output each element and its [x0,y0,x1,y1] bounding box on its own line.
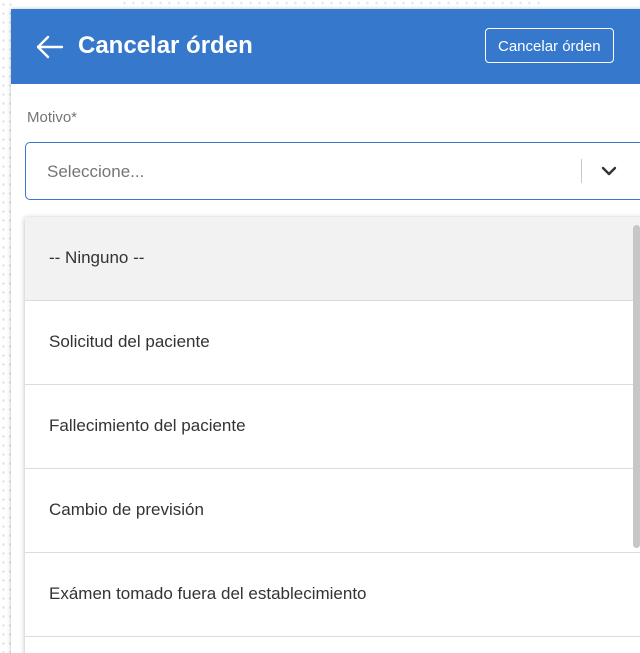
reason-select[interactable]: Seleccione... [25,142,640,200]
reason-select-placeholder: Seleccione... [47,162,145,181]
select-separator [581,159,582,183]
option-label: Cambio de previsión [49,500,204,519]
option-label: Fallecimiento del paciente [49,416,246,435]
reason-label: Motivo* [27,109,78,126]
option-examen-fuera[interactable]: Exámen tomado fuera del establecimiento [25,553,640,637]
option-ninguno[interactable]: -- Ninguno -- [25,217,640,301]
screen: Cancelar órden Cancelar órden Motivo* Se… [0,0,640,653]
background-pattern-top [120,0,540,8]
option-label: -- Ninguno -- [49,248,145,267]
page-title: Cancelar órden [78,32,253,59]
option-solicitud-paciente[interactable]: Solicitud del paciente [25,301,640,385]
cancel-order-button[interactable]: Cancelar órden [485,28,614,63]
chevron-down-icon[interactable] [600,163,618,179]
dropdown-scrollbar[interactable] [633,225,640,548]
option-label: Solicitud del paciente [49,332,210,351]
panel-header: Cancelar órden Cancelar órden [11,9,640,84]
option-label: Exámen tomado fuera del establecimiento [49,584,367,603]
option-fallecimiento-paciente[interactable]: Fallecimiento del paciente [25,385,640,469]
arrow-left-icon[interactable] [35,33,65,61]
reason-dropdown: -- Ninguno -- Solicitud del paciente Fal… [25,217,640,653]
option-cambio-prevision[interactable]: Cambio de previsión [25,469,640,553]
